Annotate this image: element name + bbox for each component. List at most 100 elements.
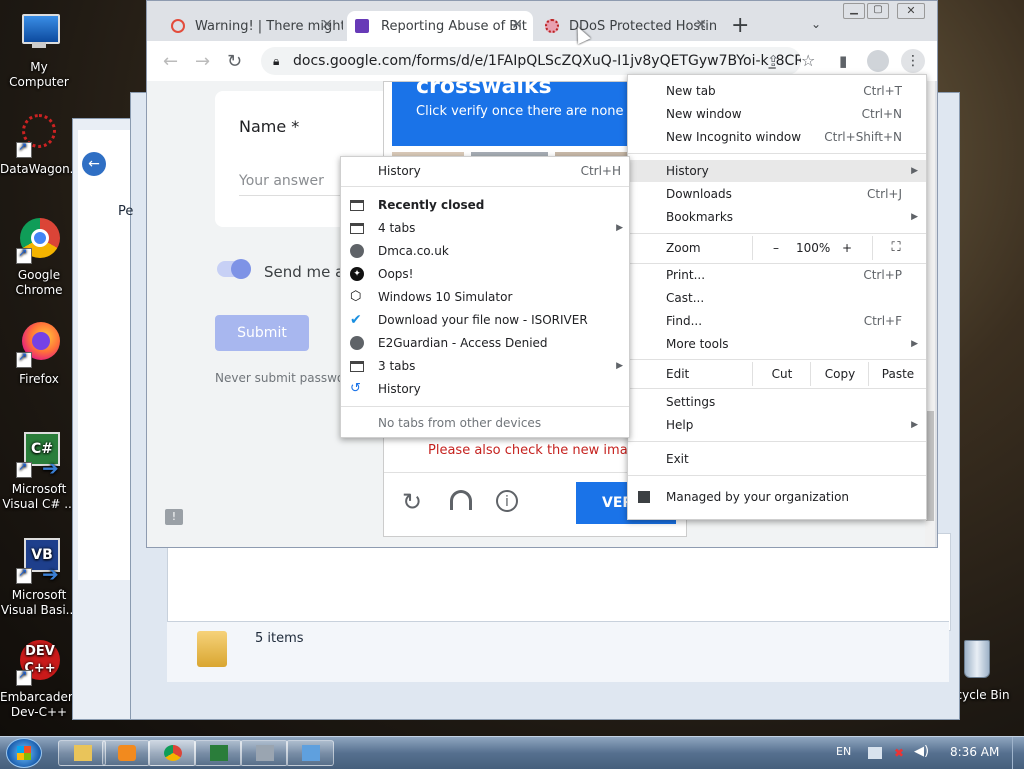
new-tab-button[interactable]: +: [731, 13, 749, 38]
zoom-in-button[interactable]: +: [832, 236, 862, 260]
edit-paste-button[interactable]: Paste: [868, 362, 927, 386]
address-bar[interactable]: 🔒︎ docs.google.com/forms/d/e/1FAIpQLScZQ…: [261, 47, 801, 75]
shortcut-arrow-icon: [16, 246, 32, 264]
minimize-button[interactable]: ▁: [843, 3, 865, 19]
globe-icon: [350, 336, 364, 350]
forward-icon[interactable]: →: [195, 51, 210, 72]
menu-find[interactable]: Find... Ctrl+F: [628, 310, 926, 332]
menu-exit[interactable]: Exit: [628, 448, 926, 470]
desktop-icon-my-computer[interactable]: My Computer: [0, 10, 78, 90]
back-arrow-icon[interactable]: ←: [82, 152, 106, 176]
history-item-3-tabs[interactable]: 3 tabs ▶: [341, 355, 629, 377]
explorer-left-pane: ← Pe: [78, 130, 133, 580]
desktop-icon-datawagon[interactable]: DataWagon...: [0, 112, 81, 177]
chevron-right-icon: ▶: [911, 339, 918, 349]
reload-captcha-icon[interactable]: ↻: [402, 488, 422, 516]
desktop-icon-label: Microsoft Visual C# ...: [2, 482, 76, 511]
menu-more-tools[interactable]: More tools ▶: [628, 333, 926, 355]
back-icon[interactable]: ←: [163, 51, 178, 72]
menu-cast[interactable]: Cast...: [628, 287, 926, 309]
windows-logo-icon: [17, 746, 31, 760]
close-window-button[interactable]: ✕: [897, 3, 925, 19]
menu-edit: Edit Cut Copy Paste: [628, 362, 926, 386]
desktop-icon-devcpp[interactable]: DEVC++ Embarcadero Dev-C++: [0, 640, 80, 720]
info-icon[interactable]: i: [496, 490, 518, 512]
bookmark-star-icon[interactable]: ☆: [801, 51, 815, 70]
captcha-instruction: Click verify once there are none left: [416, 104, 649, 119]
zoom-out-button[interactable]: –: [752, 236, 799, 260]
warning-favicon: [171, 19, 185, 33]
profile-avatar-icon[interactable]: [867, 50, 889, 72]
menu-new-window[interactable]: New window Ctrl+N: [628, 103, 926, 125]
clock[interactable]: 8:36 AM: [950, 745, 999, 759]
share-icon[interactable]: ⇪: [767, 52, 780, 70]
history-item-isoriver[interactable]: ✔ Download your file now - ISORIVER: [341, 309, 629, 331]
tab-warning[interactable]: Warning! | There might ✕: [163, 11, 343, 41]
history-item-history[interactable]: ↺ History: [341, 378, 629, 400]
side-panel-icon[interactable]: ▮: [839, 52, 847, 70]
report-icon[interactable]: !: [165, 509, 183, 525]
visual-basic-icon: VB ➔: [16, 538, 62, 586]
audio-challenge-icon[interactable]: [450, 490, 472, 510]
menu-print[interactable]: Print... Ctrl+P: [628, 264, 926, 286]
history-item-windows10-sim[interactable]: ⬡ Windows 10 Simulator: [341, 286, 629, 308]
menu-bookmarks[interactable]: Bookmarks ▶: [628, 206, 926, 228]
tab-reporting-abuse[interactable]: Reporting Abuse of Bit ✕: [347, 11, 533, 41]
taskbar-explorer[interactable]: [58, 740, 106, 766]
visual-csharp-icon: [210, 745, 228, 761]
recently-closed-heading: Recently closed: [341, 194, 629, 216]
kebab-menu-icon[interactable]: ⋮: [901, 49, 925, 73]
menu-downloads[interactable]: Downloads Ctrl+J: [628, 183, 926, 205]
edit-copy-button[interactable]: Copy: [810, 362, 869, 386]
shortcut-arrow-icon: [16, 566, 32, 584]
taskbar-sound[interactable]: [240, 740, 288, 766]
menu-help[interactable]: Help ▶: [628, 414, 926, 436]
language-indicator[interactable]: EN: [836, 745, 851, 758]
desktop-icon-google-chrome[interactable]: Google Chrome: [0, 218, 78, 298]
folder-icon: [74, 745, 92, 761]
history-item-oops[interactable]: ✦ Oops!: [341, 263, 629, 285]
show-desktop-button[interactable]: [1012, 737, 1024, 769]
close-icon[interactable]: ✕: [511, 17, 523, 33]
folder-download-icon: [197, 631, 227, 667]
history-submenu: History Ctrl+H Recently closed 4 tabs ▶ Dm…: [340, 156, 630, 438]
history-item-4-tabs[interactable]: 4 tabs ▶: [341, 217, 629, 239]
fullscreen-icon[interactable]: ⛶: [872, 236, 919, 260]
maximize-button[interactable]: ▢: [867, 3, 889, 19]
check-icon: ✔: [350, 312, 362, 328]
menu-managed[interactable]: Managed by your organization: [628, 486, 926, 508]
taskbar-chrome[interactable]: [148, 740, 196, 766]
close-icon[interactable]: ✕: [321, 17, 333, 33]
tray-flag-icon[interactable]: ✖: [894, 746, 906, 760]
menu-new-incognito[interactable]: New Incognito window Ctrl+Shift+N: [628, 126, 926, 148]
reload-icon[interactable]: ↻: [227, 51, 242, 72]
desktop-icon-visual-basic[interactable]: VB ➔ Microsoft Visual Basi...: [0, 538, 78, 618]
history-item-dmca[interactable]: Dmca.co.uk: [341, 240, 629, 262]
history-header[interactable]: History Ctrl+H: [341, 160, 629, 182]
menu-new-tab[interactable]: New tab Ctrl+T: [628, 80, 926, 102]
taskbar-visual-csharp[interactable]: [194, 740, 242, 766]
taskbar-app[interactable]: [286, 740, 334, 766]
tab-ddos[interactable]: DDoS Protected Hostin ✕: [537, 11, 717, 41]
menu-settings[interactable]: Settings: [628, 391, 926, 413]
shortcut-arrow-icon: [16, 140, 32, 158]
edit-cut-button[interactable]: Cut: [752, 362, 811, 386]
close-icon[interactable]: ✕: [695, 17, 707, 33]
submit-button[interactable]: Submit: [215, 315, 309, 351]
tray-network-icon[interactable]: [868, 747, 882, 759]
tray-volume-icon[interactable]: ◀): [914, 744, 929, 759]
oops-icon: ✦: [350, 267, 364, 281]
shortcut-arrow-icon: [16, 460, 32, 478]
window-app-icon: [302, 745, 320, 761]
desktop-icon-visual-csharp[interactable]: C# ➔ Microsoft Visual C# ...: [0, 432, 78, 512]
send-copy-toggle[interactable]: [217, 259, 251, 279]
tabs-icon: [350, 200, 364, 211]
taskbar-media-player[interactable]: [102, 740, 150, 766]
menu-history[interactable]: History ▶: [628, 160, 926, 182]
tab-search-chevron-icon[interactable]: ⌄: [811, 17, 821, 31]
url-text: docs.google.com/forms/d/e/1FAIpQLScZQXuQ…: [293, 53, 801, 69]
desktop-icon-firefox[interactable]: Firefox: [0, 322, 78, 387]
history-item-e2guardian[interactable]: E2Guardian - Access Denied: [341, 332, 629, 354]
tabs-icon: [350, 223, 364, 234]
start-button[interactable]: [6, 738, 42, 768]
